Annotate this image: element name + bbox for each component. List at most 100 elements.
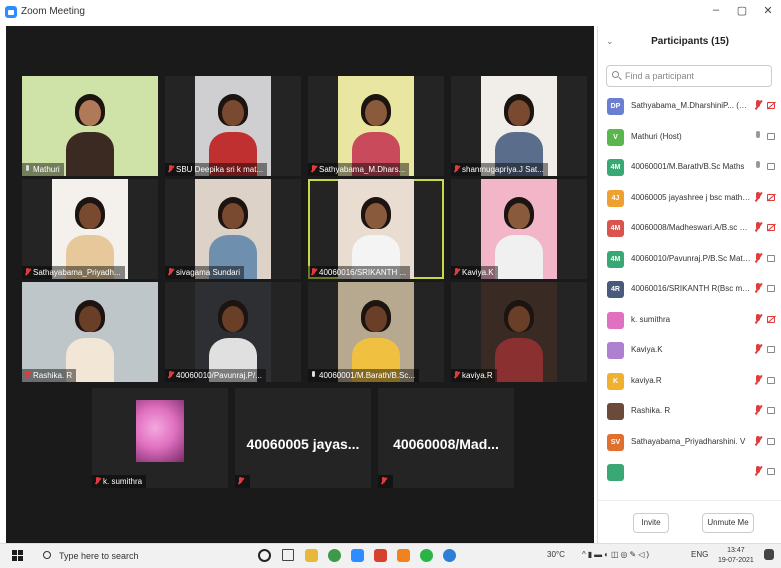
muted-mic-icon[interactable] xyxy=(753,405,763,417)
task-view-icon[interactable] xyxy=(282,549,294,561)
video-tile[interactable]: 40060010/Pavunraj.P/... xyxy=(165,282,301,382)
weather-temperature[interactable]: 30°C xyxy=(547,550,565,559)
participant-list[interactable]: DP Sathyabama_M.DharshiniP... (Me) V Mathur… xyxy=(598,91,781,496)
video-icon[interactable] xyxy=(767,254,775,262)
participant-name: Sathayabama_Priyadh... xyxy=(33,268,121,277)
language-indicator[interactable]: ENG xyxy=(691,550,708,559)
taskbar-clock[interactable]: 13:47 19-07-2021 xyxy=(718,546,754,566)
participant-avatar: 4J xyxy=(607,189,624,207)
video-icon[interactable] xyxy=(767,285,775,292)
video-tile[interactable]: Kaviya.K xyxy=(451,179,587,279)
participant-name: Kaviya.K xyxy=(631,345,663,354)
video-tile[interactable]: Sathyabama_M.Dhars... xyxy=(308,76,444,176)
participant-name-label: 40060001/M.Barath/B.Sc... xyxy=(308,369,420,382)
muted-mic-icon xyxy=(167,371,173,379)
video-tile[interactable]: Rashika. R xyxy=(22,282,158,382)
muted-mic-icon[interactable] xyxy=(753,100,763,112)
video-off-icon[interactable] xyxy=(767,193,775,201)
zoom-logo-icon xyxy=(5,6,17,18)
muted-mic-icon xyxy=(24,268,30,276)
participant-row[interactable]: 4M 40060010/Pavunraj.P/B.Sc Maths xyxy=(598,244,781,275)
video-icon[interactable] xyxy=(767,163,775,170)
video-off-icon[interactable] xyxy=(767,315,775,323)
notification-icon[interactable] xyxy=(764,549,774,560)
video-icon[interactable] xyxy=(767,437,775,445)
muted-mic-icon[interactable] xyxy=(753,466,763,478)
taskbar-search-box[interactable]: Type here to search xyxy=(35,547,235,565)
video-tile[interactable]: Sathayabama_Priyadh... xyxy=(22,179,158,279)
cortana-icon[interactable] xyxy=(258,549,271,562)
whatsapp-icon[interactable] xyxy=(420,549,433,562)
muted-mic-icon[interactable] xyxy=(753,252,763,265)
participant-row[interactable]: 4M 40060001/M.Barath/B.Sc Maths xyxy=(598,152,781,183)
zoom-taskbar-icon[interactable] xyxy=(351,549,364,562)
participant-row[interactable]: k. sumithra xyxy=(598,305,781,336)
participant-name: 40060010/Pavunraj.P/... xyxy=(176,371,262,380)
video-icon[interactable] xyxy=(767,407,775,414)
participant-name-label xyxy=(235,475,250,488)
video-tile[interactable]: shanmugapriya.J Sat... xyxy=(451,76,587,176)
participant-row[interactable]: Kkaviya.R xyxy=(598,366,781,397)
unmute-me-button[interactable]: Unmute Me xyxy=(702,513,754,533)
muted-mic-icon[interactable] xyxy=(753,374,763,387)
participant-name: Sathayabama_Priyadharshini. V xyxy=(631,436,746,446)
video-tile[interactable]: 40060016/SRIKANTH ... xyxy=(308,179,444,279)
video-off-icon[interactable] xyxy=(767,102,775,109)
participant-row[interactable]: 4M 40060008/Madheswari.A/B.sc m... xyxy=(598,213,781,244)
edge-icon[interactable] xyxy=(443,549,456,562)
mic-icon[interactable] xyxy=(753,161,763,173)
participant-avatar xyxy=(607,311,624,329)
chrome-icon[interactable] xyxy=(328,549,341,562)
muted-mic-icon[interactable] xyxy=(753,313,763,326)
maximize-button[interactable]: ▢ xyxy=(732,4,752,17)
participant-name: Mathuri (Host) xyxy=(631,131,682,141)
close-button[interactable]: ✕ xyxy=(758,4,778,17)
participant-face xyxy=(222,203,244,229)
video-tile[interactable]: 40060005 jayas... xyxy=(235,388,371,488)
participant-row[interactable] xyxy=(598,457,781,488)
participant-row[interactable]: DP Sathyabama_M.DharshiniP... (Me) xyxy=(598,91,781,122)
video-off-icon[interactable] xyxy=(767,224,775,231)
minimize-button[interactable]: – xyxy=(706,4,726,16)
video-icon[interactable] xyxy=(767,132,775,140)
participant-avatar: 4M xyxy=(607,220,624,237)
video-tile[interactable]: k. sumithra xyxy=(92,388,228,488)
muted-mic-icon xyxy=(167,165,173,173)
gmail-icon[interactable] xyxy=(374,549,387,562)
muted-mic-icon[interactable] xyxy=(753,191,763,204)
participant-avatar: 4M xyxy=(607,250,624,268)
app-icon[interactable] xyxy=(397,549,410,562)
participant-name: 40060016/SRIKANTH R(Bsc mat... xyxy=(631,284,751,293)
windows-start-icon[interactable] xyxy=(12,550,23,561)
participant-search-input[interactable]: Find a participant xyxy=(606,65,772,87)
muted-mic-icon[interactable] xyxy=(753,283,763,295)
participant-face xyxy=(365,306,387,332)
participant-face xyxy=(508,100,530,126)
participant-row[interactable]: Rashika. R xyxy=(598,396,781,427)
participant-row[interactable]: SV Sathayabama_Priyadharshini. V xyxy=(598,427,781,458)
video-tile[interactable]: kaviya.R xyxy=(451,282,587,382)
invite-button[interactable]: Invite xyxy=(633,513,669,533)
participant-row[interactable]: Kaviya.K xyxy=(598,335,781,366)
video-tile[interactable]: 40060008/Mad... xyxy=(378,388,514,488)
video-icon[interactable] xyxy=(767,346,775,353)
video-icon[interactable] xyxy=(767,376,775,384)
video-icon[interactable] xyxy=(767,468,775,475)
muted-mic-icon[interactable] xyxy=(753,222,763,234)
video-tile[interactable]: 40060001/M.Barath/B.Sc... xyxy=(308,282,444,382)
video-tile[interactable]: sivagama Sundari xyxy=(165,179,301,279)
mic-icon[interactable] xyxy=(753,130,763,143)
participant-name: 40060005 jayashree j bsc mathe... xyxy=(631,192,751,202)
participant-row[interactable]: V Mathuri (Host) xyxy=(598,122,781,153)
participant-profile-picture xyxy=(136,400,184,462)
system-tray-icons[interactable]: ^▮▬◐◫◎✎◁) xyxy=(582,550,651,559)
participant-row[interactable]: 4J 40060005 jayashree j bsc mathe... xyxy=(598,183,781,214)
participant-row[interactable]: 4R 40060016/SRIKANTH R(Bsc mat... xyxy=(598,274,781,305)
file-explorer-icon[interactable] xyxy=(305,549,318,562)
muted-mic-icon[interactable] xyxy=(753,435,763,448)
video-tile[interactable]: SBU Deepika sri k mat... xyxy=(165,76,301,176)
video-tile[interactable]: Mathuri xyxy=(22,76,158,176)
participant-face xyxy=(508,203,530,229)
participant-name: kaviya.R xyxy=(462,371,493,380)
muted-mic-icon[interactable] xyxy=(753,344,763,356)
